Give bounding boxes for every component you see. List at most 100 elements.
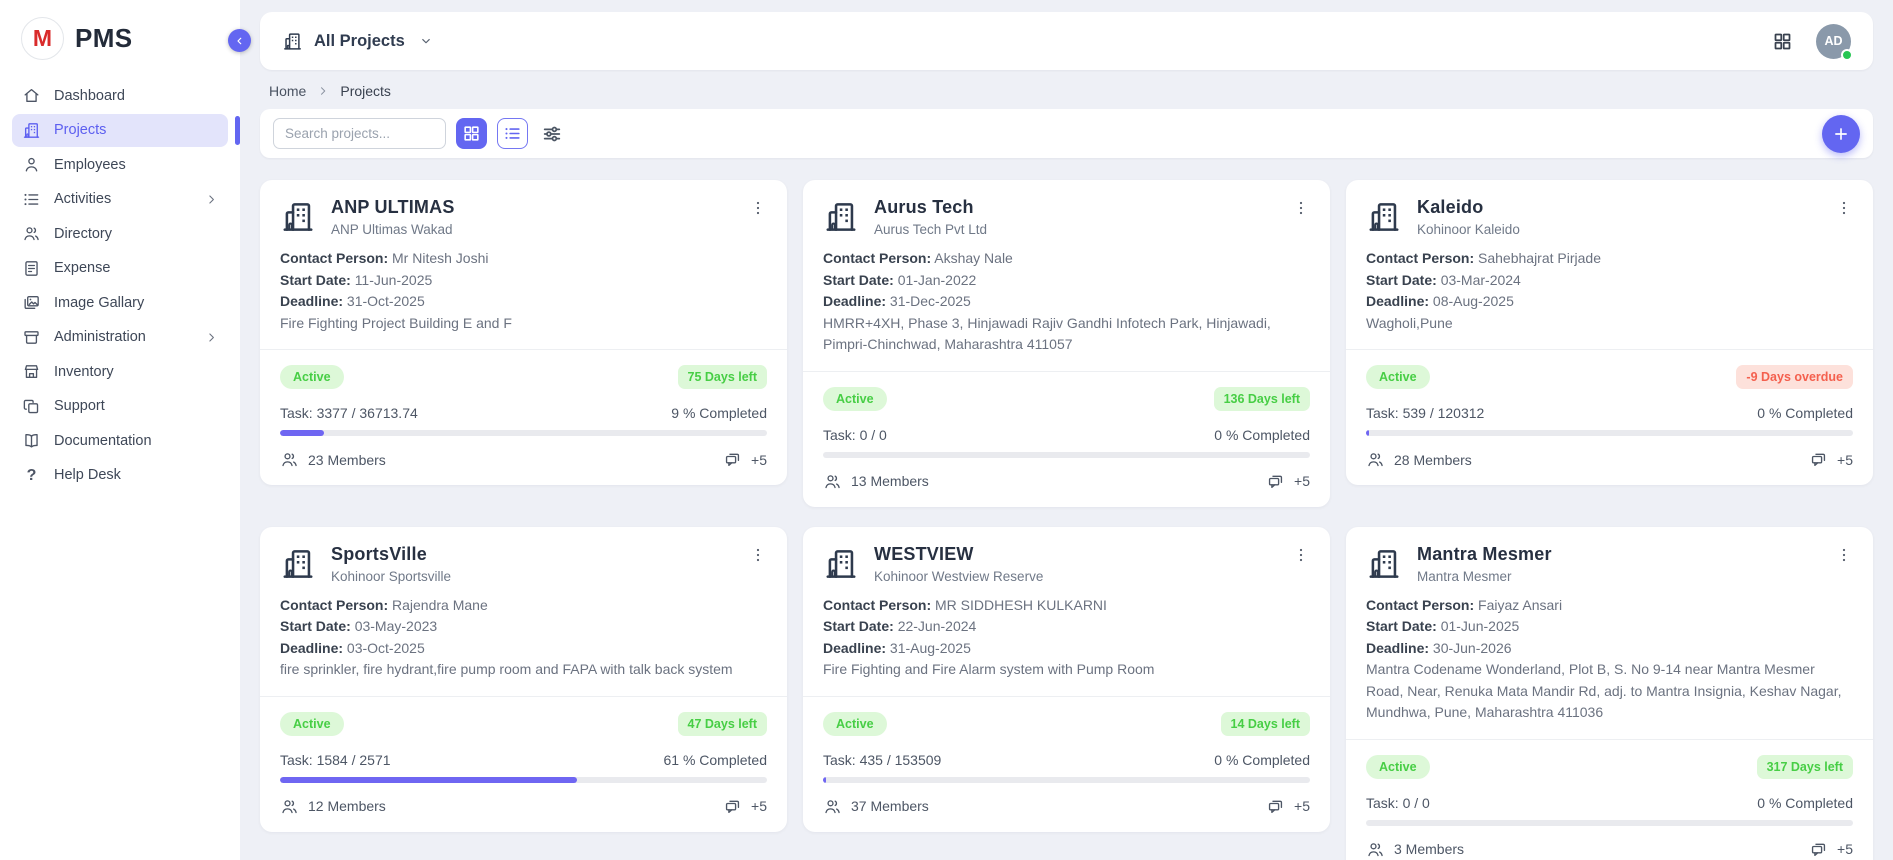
chat-count: +5 <box>1294 473 1310 489</box>
contact-person-value: Faiyaz Ansari <box>1478 597 1562 613</box>
card-menu-button[interactable] <box>749 544 767 566</box>
project-description: Fire Fighting Project Building E and F <box>280 313 767 335</box>
sidebar-item-employees[interactable]: Employees <box>12 148 228 181</box>
sidebar-item-inventory[interactable]: Inventory <box>12 355 228 388</box>
contact-person-value: Akshay Nale <box>934 250 1013 266</box>
comments-summary[interactable]: +5 <box>1266 797 1310 816</box>
deadline-label: Deadline: <box>280 640 343 656</box>
project-card[interactable]: Mantra Mesmer Mantra Mesmer Contact Pers… <box>1346 527 1873 860</box>
logo-m-icon: M <box>21 17 64 60</box>
sidebar-item-label: Help Desk <box>54 467 121 483</box>
days-left-badge: 75 Days left <box>678 365 767 389</box>
sidebar-item-dashboard[interactable]: Dashboard <box>12 79 228 112</box>
breadcrumb-home[interactable]: Home <box>269 83 306 99</box>
deadline-value: 31-Aug-2025 <box>890 640 971 656</box>
building-icon <box>1366 546 1402 582</box>
comments-summary[interactable]: +5 <box>1809 840 1853 859</box>
comments-summary[interactable]: +5 <box>723 450 767 469</box>
grid-view-icon <box>462 124 481 143</box>
card-menu-button[interactable] <box>1292 544 1310 566</box>
grid-view-button[interactable] <box>456 118 487 149</box>
breadcrumb-projects[interactable]: Projects <box>340 83 391 99</box>
start-date-label: Start Date: <box>1366 272 1437 288</box>
add-project-button[interactable] <box>1822 115 1860 153</box>
start-date-label: Start Date: <box>280 272 351 288</box>
sidebar-item-activities[interactable]: Activities <box>12 183 228 216</box>
sidebar-item-image-gallary[interactable]: Image Gallary <box>12 286 228 319</box>
start-date-row: Start Date: 11-Jun-2025 <box>280 270 767 292</box>
progress-fill <box>823 777 826 783</box>
members-summary[interactable]: 28 Members <box>1366 450 1472 469</box>
progress-bar <box>823 452 1310 458</box>
deadline-value: 03-Oct-2025 <box>347 640 425 656</box>
comments-summary[interactable]: +5 <box>1809 450 1853 469</box>
progress-bar <box>280 430 767 436</box>
plus-icon <box>1832 125 1850 143</box>
members-summary[interactable]: 3 Members <box>1366 840 1464 859</box>
status-badge: Active <box>823 712 887 736</box>
card-top: Aurus Tech Aurus Tech Pvt Ltd Contact Pe… <box>803 180 1330 371</box>
sidebar-collapse-button[interactable] <box>228 29 251 52</box>
card-menu-button[interactable] <box>1292 197 1310 219</box>
projects-toolbar <box>260 109 1873 158</box>
status-badge: Active <box>1366 755 1430 779</box>
project-card[interactable]: ANP ULTIMAS ANP Ultimas Wakad Contact Pe… <box>260 180 787 485</box>
deadline-value: 31-Oct-2025 <box>347 293 425 309</box>
sidebar-item-documentation[interactable]: Documentation <box>12 424 228 457</box>
deadline-row: Deadline: 31-Dec-2025 <box>823 291 1310 313</box>
list-view-button[interactable] <box>497 118 528 149</box>
card-bottom: Active 47 Days left Task: 1584 / 2571 61… <box>260 697 787 832</box>
members-summary[interactable]: 23 Members <box>280 450 386 469</box>
page-title: All Projects <box>314 32 405 51</box>
search-input[interactable] <box>273 118 446 149</box>
apps-grid-icon[interactable] <box>1772 31 1793 52</box>
sidebar-item-directory[interactable]: Directory <box>12 217 228 250</box>
card-top: SportsVille Kohinoor Sportsville Contact… <box>260 527 787 696</box>
project-card[interactable]: Kaleido Kohinoor Kaleido Contact Person:… <box>1346 180 1873 485</box>
avatar[interactable]: AD <box>1816 24 1851 59</box>
chat-count: +5 <box>751 798 767 814</box>
deadline-label: Deadline: <box>1366 640 1429 656</box>
contact-person-value: Rajendra Mane <box>392 597 488 613</box>
project-card[interactable]: SportsVille Kohinoor Sportsville Contact… <box>260 527 787 832</box>
project-description: fire sprinkler, fire hydrant,fire pump r… <box>280 659 767 681</box>
comments-summary[interactable]: +5 <box>723 797 767 816</box>
members-summary[interactable]: 12 Members <box>280 797 386 816</box>
online-status-dot <box>1841 49 1853 61</box>
sidebar-item-projects[interactable]: Projects <box>12 114 228 147</box>
progress-fill <box>1366 430 1369 436</box>
card-menu-button[interactable] <box>749 197 767 219</box>
card-top: Kaleido Kohinoor Kaleido Contact Person:… <box>1346 180 1873 349</box>
chat-icon <box>1266 472 1285 491</box>
sidebar-item-support[interactable]: Support <box>12 390 228 423</box>
sidebar-nav: Dashboard Projects Employees Activities … <box>0 73 240 499</box>
members-summary[interactable]: 13 Members <box>823 472 929 491</box>
image-icon <box>22 293 41 312</box>
days-left-badge: 47 Days left <box>678 712 767 736</box>
start-date-value: 03-May-2023 <box>355 618 438 634</box>
chat-count: +5 <box>751 452 767 468</box>
sidebar-item-help-desk[interactable]: ? Help Desk <box>12 459 228 492</box>
card-details: Contact Person: Faiyaz Ansari Start Date… <box>1366 595 1853 724</box>
project-card[interactable]: Aurus Tech Aurus Tech Pvt Ltd Contact Pe… <box>803 180 1330 507</box>
start-date-value: 03-Mar-2024 <box>1441 272 1521 288</box>
completed-percent: 9 % Completed <box>671 405 767 421</box>
start-date-label: Start Date: <box>823 618 894 634</box>
members-count: 3 Members <box>1394 841 1464 857</box>
members-summary[interactable]: 37 Members <box>823 797 929 816</box>
filter-button[interactable] <box>538 118 566 149</box>
sidebar-item-expense[interactable]: Expense <box>12 252 228 285</box>
project-card[interactable]: WESTVIEW Kohinoor Westview Reserve Conta… <box>803 527 1330 832</box>
project-title: Kaleido <box>1417 197 1820 218</box>
sidebar-item-label: Image Gallary <box>54 295 144 311</box>
comments-summary[interactable]: +5 <box>1266 472 1310 491</box>
project-scope-selector[interactable]: All Projects <box>282 31 433 52</box>
members-icon <box>823 472 842 491</box>
task-count: Task: 0 / 0 <box>823 427 887 443</box>
sidebar-item-administration[interactable]: Administration <box>12 321 228 354</box>
deadline-row: Deadline: 30-Jun-2026 <box>1366 638 1853 660</box>
deadline-label: Deadline: <box>1366 293 1429 309</box>
card-menu-button[interactable] <box>1835 197 1853 219</box>
card-menu-button[interactable] <box>1835 544 1853 566</box>
project-description: Fire Fighting and Fire Alarm system with… <box>823 659 1310 681</box>
